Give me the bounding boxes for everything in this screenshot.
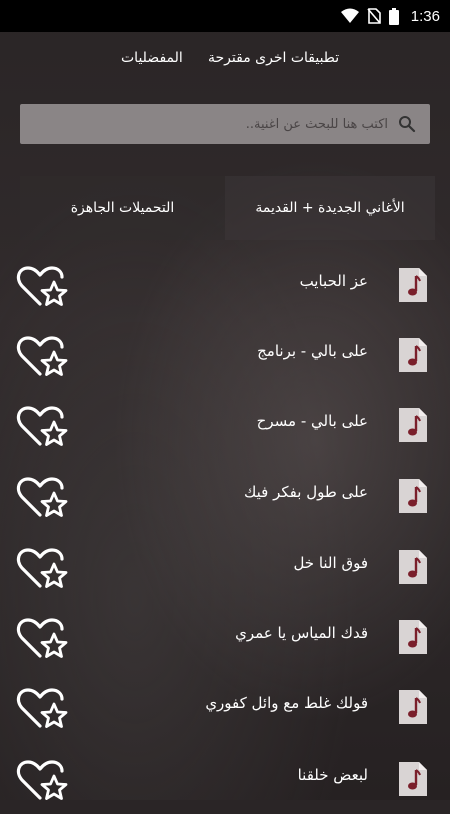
song-list-item[interactable]: على بالي - مسرح [0, 390, 450, 460]
heart-star-favorite-icon[interactable] [16, 334, 68, 378]
heart-star-favorite-icon[interactable] [16, 404, 68, 448]
tab-downloads[interactable]: التحميلات الجاهزة [20, 176, 225, 240]
search-input[interactable] [34, 115, 390, 133]
heart-star-favorite-icon[interactable] [16, 686, 68, 730]
song-title: قولك غلط مع وائل كفوري [205, 694, 368, 712]
song-list-item[interactable]: على بالي - برنامج [0, 320, 450, 390]
nav-suggested-apps[interactable]: تطبيقات اخرى مقترحة [208, 50, 339, 66]
tab-new-old-songs[interactable]: الأغاني الجديدة + القديمة [225, 176, 435, 240]
song-list-item[interactable]: فوق النا خل [0, 532, 450, 602]
song-title: على بالي - برنامج [257, 342, 368, 360]
heart-star-favorite-icon[interactable] [16, 546, 68, 590]
music-note-icon [399, 620, 427, 654]
status-bar: 1:36 [0, 0, 450, 32]
heart-star-favorite-icon[interactable] [16, 264, 68, 308]
song-title: على بالي - مسرح [256, 412, 368, 430]
song-title: عز الحبايب [299, 272, 368, 290]
heart-star-favorite-icon[interactable] [16, 475, 68, 519]
song-title: على طول بفكر فيك [244, 483, 368, 501]
heart-star-favorite-icon[interactable] [16, 616, 68, 660]
song-title: لبعض خلقنا [297, 766, 368, 784]
search-bar[interactable] [20, 104, 430, 144]
music-note-icon [399, 690, 427, 724]
nav-favorites[interactable]: المفضليات [121, 50, 183, 66]
battery-icon [388, 7, 399, 25]
song-list-item[interactable]: لبعض خلقنا [0, 744, 450, 814]
music-note-icon [399, 408, 427, 442]
music-note-icon [399, 762, 427, 796]
heart-star-favorite-icon[interactable] [16, 758, 68, 802]
music-note-icon [399, 550, 427, 584]
song-title: فوق النا خل [293, 554, 368, 572]
song-list-item[interactable]: عز الحبايب [0, 250, 450, 320]
music-note-icon [399, 268, 427, 302]
search-icon [399, 116, 416, 133]
tab-bar: الأغاني الجديدة + القديمة التحميلات الجا… [0, 176, 450, 240]
song-list-item[interactable]: على طول بفكر فيك [0, 461, 450, 531]
status-time: 1:36 [410, 7, 440, 25]
music-note-icon [399, 338, 427, 372]
song-title: قدك المياس يا عمري [235, 624, 368, 642]
wifi-icon [340, 8, 359, 23]
music-note-icon [399, 479, 427, 513]
no-sim-icon [367, 8, 381, 24]
top-nav: تطبيقات اخرى مقترحة المفضليات [0, 42, 450, 78]
song-list-item[interactable]: قولك غلط مع وائل كفوري [0, 672, 450, 742]
song-list-item[interactable]: قدك المياس يا عمري [0, 602, 450, 672]
